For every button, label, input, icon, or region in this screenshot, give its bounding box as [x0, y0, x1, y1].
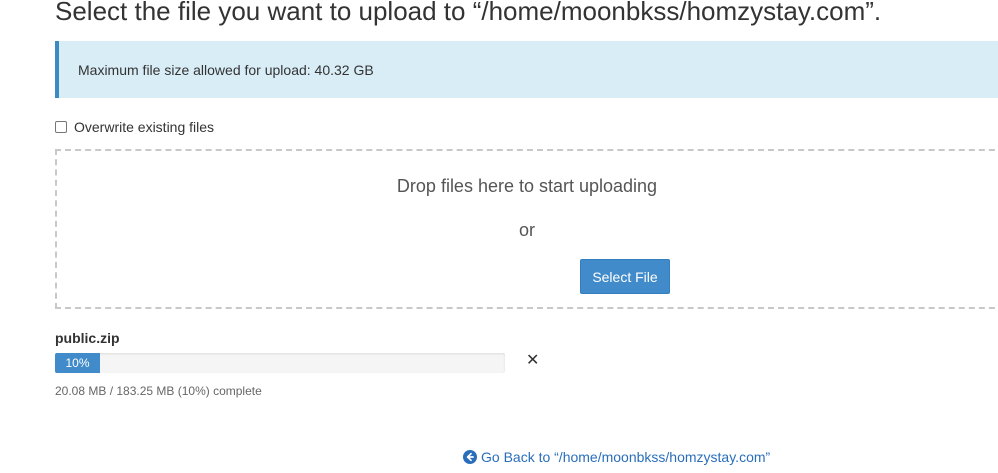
file-dropzone[interactable]: Drop files here to start uploading or Se…	[55, 149, 998, 309]
overwrite-label: Overwrite existing files	[74, 119, 215, 135]
upload-status-text: 20.08 MB / 183.25 MB (10%) complete	[55, 384, 262, 398]
or-separator: or	[518, 220, 535, 240]
max-size-alert: Maximum file size allowed for upload: 40…	[55, 41, 998, 98]
upload-progress-track: 10%	[55, 353, 505, 373]
alert-message: Maximum file size allowed for upload: 40…	[78, 61, 374, 78]
drop-instructions: Drop files here to start uploading	[396, 176, 658, 196]
overwrite-checkbox[interactable]	[55, 121, 67, 133]
upload-page: Select the file you want to upload to “/…	[0, 0, 998, 473]
go-back-link[interactable]: Go Back to “/home/moonbkss/homzystay.com…	[463, 449, 770, 465]
go-back-label: Go Back to “/home/moonbkss/homzystay.com…	[481, 449, 771, 465]
close-icon[interactable]: ✕	[526, 351, 539, 371]
upload-progress-bar: 10%	[55, 353, 100, 373]
page-title: Select the file you want to upload to “/…	[55, 0, 882, 26]
select-file-button[interactable]: Select File	[580, 259, 670, 294]
overwrite-option[interactable]: Overwrite existing files	[55, 119, 214, 135]
progress-label: 10%	[65, 356, 90, 370]
arrow-circle-left-icon	[463, 450, 477, 464]
upload-file-name: public.zip	[55, 330, 120, 346]
dropzone-content: Drop files here to start uploading or Se…	[57, 151, 997, 307]
